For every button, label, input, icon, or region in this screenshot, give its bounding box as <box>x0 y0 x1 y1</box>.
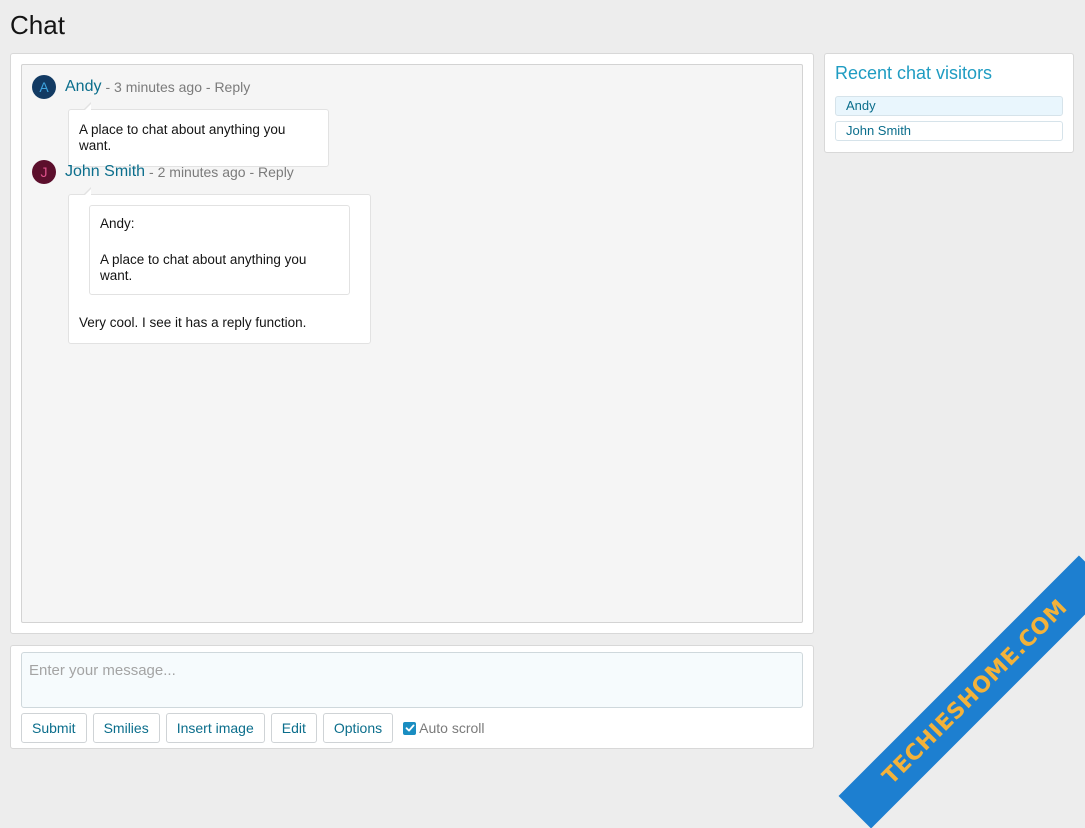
message-text: Very cool. I see it has a reply function… <box>79 315 307 330</box>
reply-link[interactable]: Reply <box>214 79 250 95</box>
submit-button[interactable]: Submit <box>21 713 87 743</box>
message-composer: Submit Smilies Insert image Edit Options… <box>10 645 814 749</box>
sidebar-title: Recent chat visitors <box>835 63 993 83</box>
quote-text: A place to chat about anything you want. <box>100 252 307 283</box>
composer-toolbar: Submit Smilies Insert image Edit Options… <box>21 713 484 743</box>
quoted-message: Andy: A place to chat about anything you… <box>89 205 350 295</box>
watermark-text: TECHIESHOME.COM <box>877 594 1073 790</box>
avatar[interactable]: A <box>32 75 56 99</box>
message-meta: - 3 minutes ago - Reply <box>105 79 251 95</box>
auto-scroll-toggle[interactable]: Auto scroll <box>403 720 484 736</box>
checkmark-icon <box>405 724 415 732</box>
chat-block: A Andy - 3 minutes ago - Reply A place t… <box>10 53 814 634</box>
message-bubble: Andy: A place to chat about anything you… <box>68 187 371 344</box>
auto-scroll-checkbox[interactable] <box>403 721 417 735</box>
smilies-button[interactable]: Smilies <box>92 713 160 743</box>
message-author-link[interactable]: John Smith <box>65 163 145 181</box>
message-time: 3 minutes ago <box>114 79 202 95</box>
reply-link[interactable]: Reply <box>258 164 294 180</box>
page-title: Chat <box>10 10 65 40</box>
message-header: J John Smith - 2 minutes ago - Reply <box>32 160 371 184</box>
message-author-link[interactable]: Andy <box>65 78 101 96</box>
visitor-item[interactable]: John Smith <box>835 121 1063 141</box>
options-button[interactable]: Options <box>322 713 394 743</box>
recent-visitors-panel: Recent chat visitors Andy John Smith <box>824 53 1074 153</box>
message-meta: - 2 minutes ago - Reply <box>149 164 294 180</box>
message-time: 2 minutes ago <box>157 164 246 180</box>
chat-message: J John Smith - 2 minutes ago - Reply And… <box>32 160 371 344</box>
message-header: A Andy - 3 minutes ago - Reply <box>32 75 329 99</box>
watermark-banner: TECHIESHOME.COM <box>838 555 1085 828</box>
chat-message: A Andy - 3 minutes ago - Reply A place t… <box>32 75 329 167</box>
auto-scroll-label: Auto scroll <box>419 720 485 736</box>
edit-button[interactable]: Edit <box>270 713 317 743</box>
message-input[interactable] <box>21 652 803 708</box>
insert-image-button[interactable]: Insert image <box>165 713 265 743</box>
visitor-item[interactable]: Andy <box>835 96 1063 116</box>
message-text: A place to chat about anything you want. <box>79 122 286 153</box>
quote-author: Andy: <box>100 216 135 231</box>
chat-messages[interactable]: A Andy - 3 minutes ago - Reply A place t… <box>21 64 803 623</box>
message-bubble: A place to chat about anything you want. <box>68 102 329 167</box>
avatar[interactable]: J <box>32 160 56 184</box>
